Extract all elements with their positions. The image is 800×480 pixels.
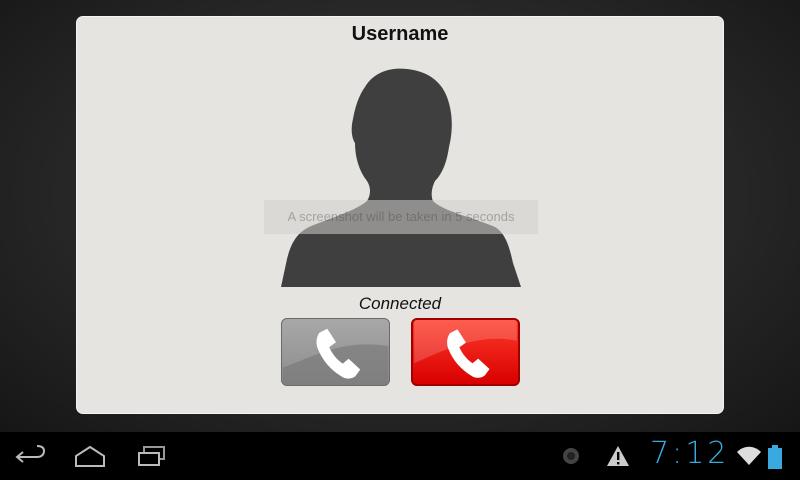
call-dialog: Username A screenshot will be taken in 5… bbox=[76, 16, 724, 414]
status-clock: 7:12 bbox=[650, 436, 730, 471]
hang-up-button[interactable] bbox=[411, 318, 520, 386]
caller-name: Username bbox=[351, 23, 449, 45]
call-status: Connected bbox=[358, 294, 442, 313]
answer-call-button[interactable] bbox=[281, 318, 390, 386]
battery-icon bbox=[768, 445, 782, 469]
caller-avatar bbox=[281, 68, 521, 287]
back-icon[interactable] bbox=[15, 444, 47, 468]
phone-icon bbox=[414, 320, 517, 378]
phone-icon bbox=[282, 328, 389, 385]
wifi-icon bbox=[737, 446, 761, 465]
recent-apps-icon[interactable] bbox=[136, 444, 168, 468]
home-icon[interactable] bbox=[74, 444, 106, 468]
warning-icon[interactable] bbox=[606, 445, 630, 467]
notification-dot-icon[interactable] bbox=[562, 447, 580, 465]
screenshot-toast: A screenshot will be taken in 5 seconds bbox=[264, 200, 538, 234]
